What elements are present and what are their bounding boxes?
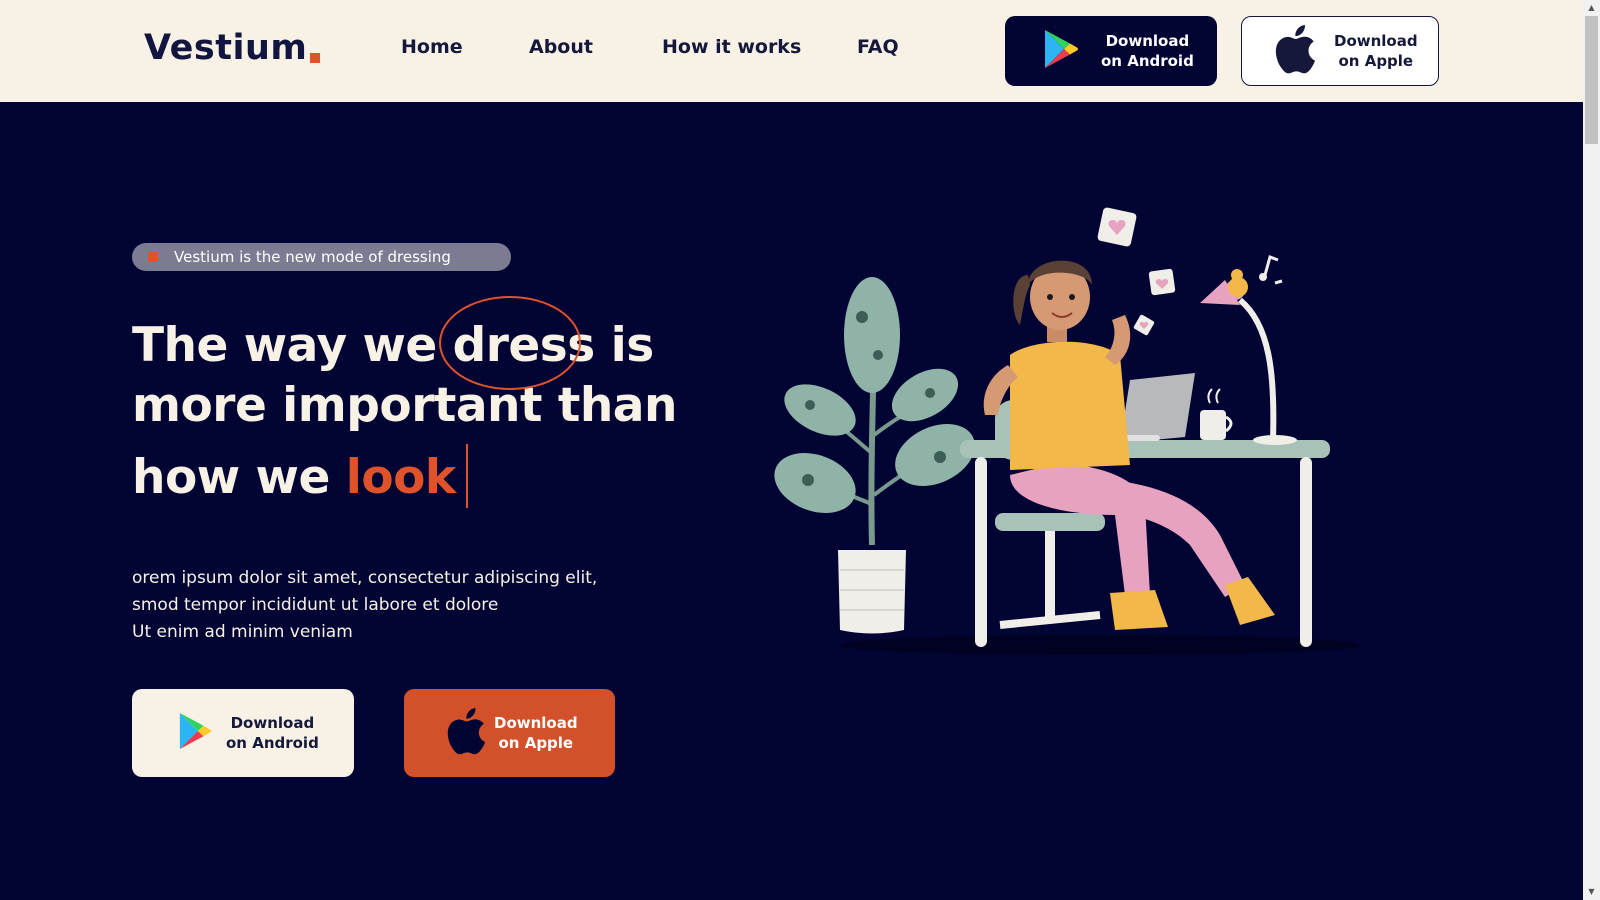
headline-line3: how we look (132, 443, 677, 508)
hero-illustration (774, 207, 1360, 655)
hero-apple-label: Download on Apple (494, 714, 578, 752)
hero-badge: Vestium is the new mode of dressing (132, 243, 511, 271)
scroll-down-arrow-icon[interactable]: ▼ (1583, 884, 1600, 900)
apple-icon (446, 706, 486, 760)
mug-illustration (1200, 388, 1233, 440)
description-line: smod tempor incididunt ut labore et dolo… (132, 595, 499, 615)
plant-illustration (774, 277, 975, 634)
headline-accent: look (345, 450, 456, 505)
hero-headline: The way we dress is more important than … (132, 296, 677, 508)
hero-description: orem ipsum dolor sit amet, consectetur a… (132, 565, 597, 646)
header-download-android-button[interactable]: Download on Android (1005, 16, 1217, 86)
logo-text: Vestium (144, 28, 308, 68)
google-play-icon (1043, 29, 1079, 73)
hero-download-android-button[interactable]: Download on Android (132, 689, 354, 777)
site-header: Vestium Home About How it works FAQ Down… (0, 0, 1583, 102)
badge-dot (148, 252, 158, 262)
header-download-apple-button[interactable]: Download on Apple (1241, 16, 1439, 86)
nav-about[interactable]: About (529, 36, 593, 58)
headline-part1: The way we (132, 318, 453, 373)
google-play-icon (178, 712, 212, 754)
badge-text: Vestium is the new mode of dressing (174, 248, 451, 266)
hero-download-apple-button[interactable]: Download on Apple (404, 689, 615, 777)
description-line: orem ipsum dolor sit amet, consectetur a… (132, 568, 598, 588)
scrollbar[interactable]: ▲ ▼ (1583, 0, 1600, 900)
logo[interactable]: Vestium (144, 28, 321, 68)
hero-android-label: Download on Android (226, 714, 319, 752)
headline-highlight: dress (438, 296, 595, 390)
headline-part2: is (594, 318, 655, 373)
header-apple-label: Download on Apple (1334, 32, 1418, 70)
headline-line2: more important than (132, 378, 677, 433)
description-line: Ut enim ad minim veniam (132, 622, 353, 642)
nav-home[interactable]: Home (401, 36, 463, 58)
nav-faq[interactable]: FAQ (857, 36, 899, 58)
nav-how-it-works[interactable]: How it works (662, 36, 801, 58)
scroll-thumb[interactable] (1585, 16, 1598, 144)
text-caret (465, 443, 468, 508)
headline-line3-prefix: how we (132, 450, 346, 505)
scroll-up-arrow-icon[interactable]: ▲ (1583, 0, 1600, 16)
logo-dot (310, 53, 321, 63)
header-android-label: Download on Android (1101, 32, 1194, 70)
apple-icon (1274, 24, 1316, 78)
